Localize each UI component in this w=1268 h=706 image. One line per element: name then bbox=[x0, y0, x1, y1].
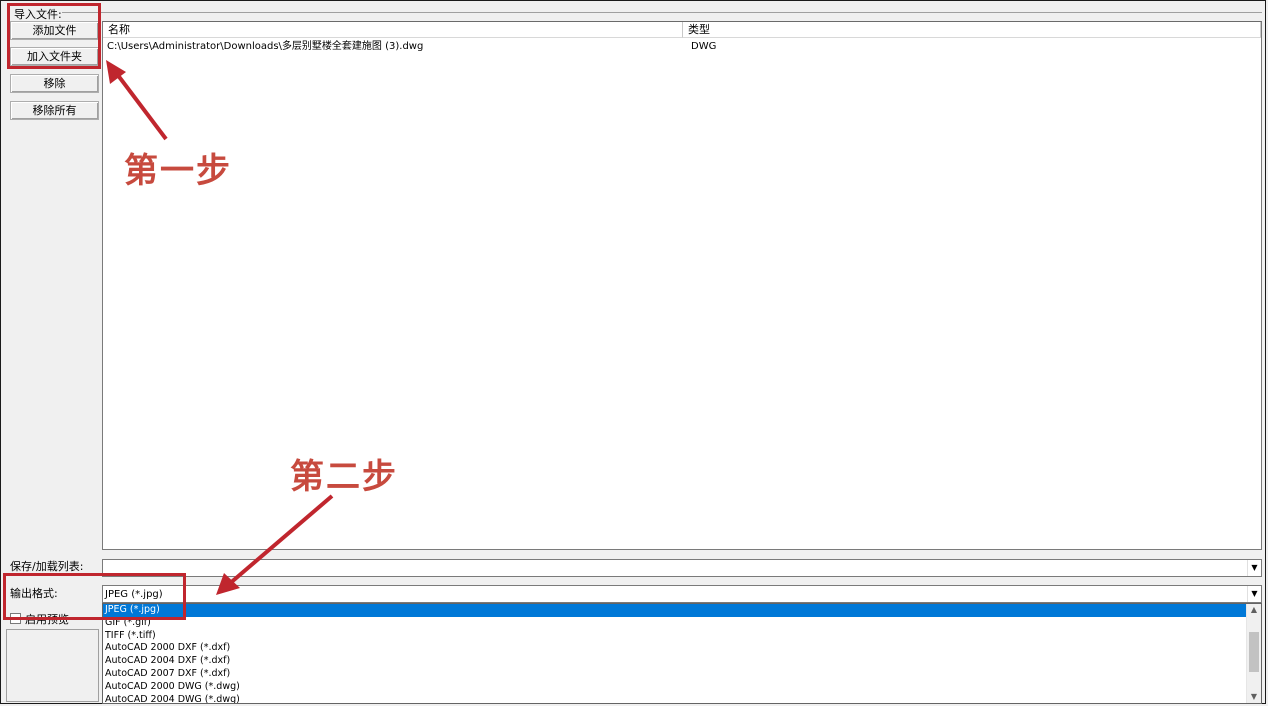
file-list-header: 名称 类型 bbox=[103, 22, 1261, 38]
remove-all-button[interactable]: 移除所有 bbox=[10, 101, 99, 120]
save-load-list-label: 保存/加载列表: bbox=[10, 560, 84, 573]
column-header-name[interactable]: 名称 bbox=[103, 22, 683, 38]
dropdown-option[interactable]: GIF (*.gif) bbox=[103, 617, 1261, 630]
remove-button[interactable]: 移除 bbox=[10, 74, 99, 93]
dropdown-option[interactable]: AutoCAD 2000 DXF (*.dxf) bbox=[103, 642, 1261, 655]
chevron-down-icon[interactable]: ▼ bbox=[1247, 560, 1261, 576]
annotation-step1: 第一步 bbox=[124, 151, 232, 191]
dropdown-option[interactable]: AutoCAD 2004 DXF (*.dxf) bbox=[103, 655, 1261, 668]
save-load-list-combo[interactable]: ▼ bbox=[102, 559, 1262, 577]
file-list[interactable]: 名称 类型 C:\Users\Administrator\Downloads\多… bbox=[102, 21, 1262, 550]
dropdown-option[interactable]: JPEG (*.jpg) bbox=[103, 604, 1261, 617]
annotation-box-step1 bbox=[7, 3, 101, 69]
chevron-up-icon[interactable]: ▲ bbox=[1247, 604, 1261, 616]
file-name-cell: C:\Users\Administrator\Downloads\多层别墅楼全套… bbox=[107, 41, 424, 52]
dropdown-option[interactable]: AutoCAD 2007 DXF (*.dxf) bbox=[103, 668, 1261, 681]
file-type-cell: DWG bbox=[691, 41, 717, 52]
preview-panel bbox=[6, 629, 99, 702]
output-format-combo[interactable]: JPEG (*.jpg) ▼ bbox=[102, 585, 1262, 603]
chevron-down-icon[interactable]: ▼ bbox=[1247, 586, 1261, 602]
column-header-type[interactable]: 类型 bbox=[683, 22, 1261, 38]
dropdown-option[interactable]: AutoCAD 2000 DWG (*.dwg) bbox=[103, 681, 1261, 694]
annotation-box-step2 bbox=[3, 573, 186, 620]
table-row[interactable]: C:\Users\Administrator\Downloads\多层别墅楼全套… bbox=[103, 40, 1261, 55]
output-format-dropdown[interactable]: JPEG (*.jpg) GIF (*.gif) TIFF (*.tiff) A… bbox=[102, 603, 1262, 704]
chevron-down-icon[interactable]: ▼ bbox=[1247, 691, 1261, 703]
scrollbar-thumb[interactable] bbox=[1249, 632, 1259, 672]
dropdown-option[interactable]: TIFF (*.tiff) bbox=[103, 630, 1261, 643]
group-divider bbox=[62, 12, 1262, 13]
dropdown-option[interactable]: AutoCAD 2004 DWG (*.dwg) bbox=[103, 694, 1261, 703]
annotation-step2: 第二步 bbox=[290, 457, 398, 497]
dropdown-scrollbar[interactable]: ▲ ▼ bbox=[1246, 604, 1261, 703]
